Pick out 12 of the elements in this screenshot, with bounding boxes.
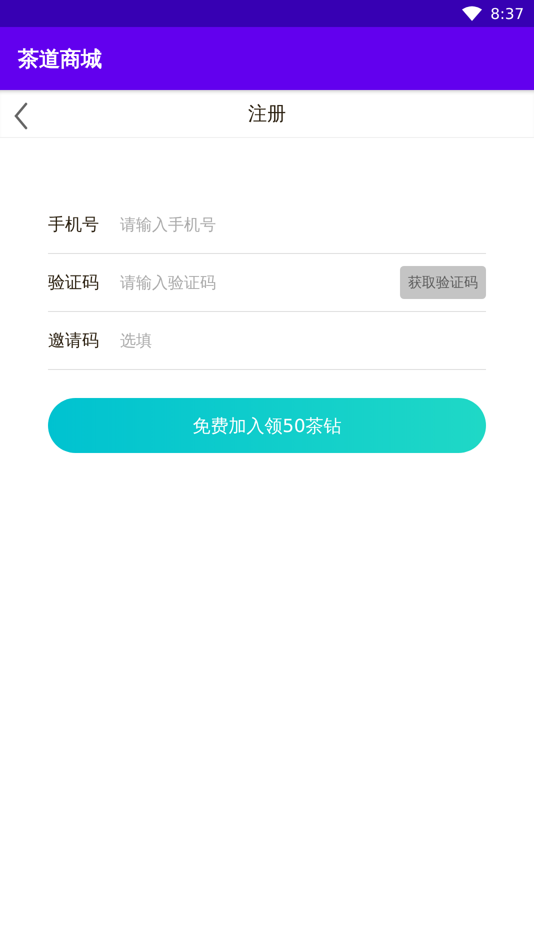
wifi-icon	[462, 6, 482, 22]
input-field[interactable]: 选填	[120, 331, 486, 350]
register-button[interactable]: 免费加入领50茶钻	[48, 398, 486, 453]
status-time: 8:37	[490, 4, 524, 22]
input-field[interactable]: 请输入验证码	[120, 273, 400, 292]
field-label: 验证码	[48, 272, 100, 294]
input-field[interactable]: 请输入手机号	[120, 215, 486, 234]
field-label: 邀请码	[48, 330, 100, 352]
field-label: 手机号	[48, 214, 100, 236]
page-title: 注册	[248, 102, 286, 126]
chevron-left-icon	[14, 102, 28, 130]
app-title: 茶道商城	[18, 46, 102, 72]
